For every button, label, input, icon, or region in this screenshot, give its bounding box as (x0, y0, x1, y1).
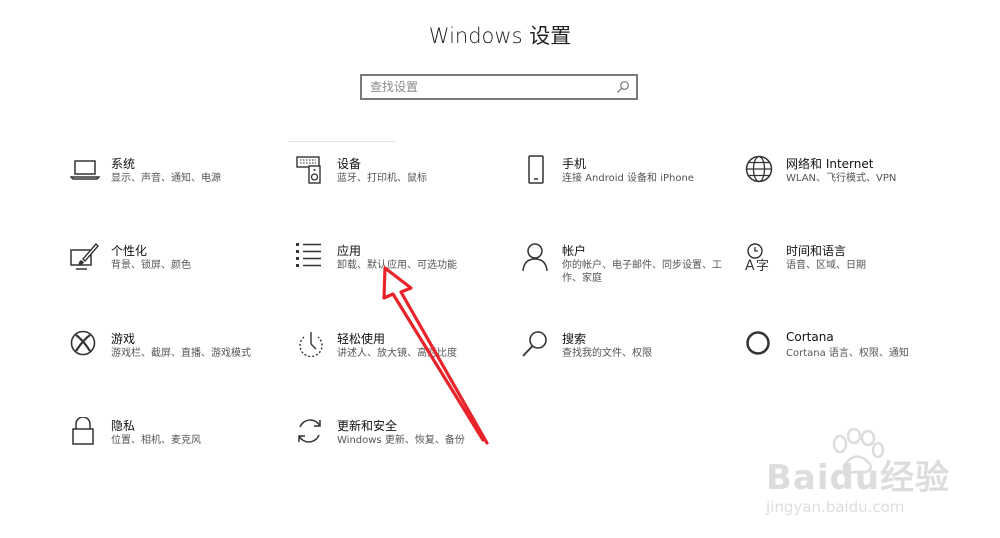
tile-accounts[interactable]: 帐户 你的帐户、电子邮件、同步设置、工作、家庭 (521, 242, 741, 302)
watermark-brand: Baidu经验 (766, 458, 951, 498)
tile-name: 帐户 (562, 244, 587, 258)
svg-text:字: 字 (756, 259, 769, 272)
tile-description: 你的帐户、电子邮件、同步设置、工作、家庭 (562, 260, 722, 284)
tile-description: 背景、锁屏、颜色 (111, 260, 191, 271)
divider (288, 141, 396, 142)
tile-update-security[interactable]: 更新和安全 Windows 更新、恢复、备份 (296, 417, 516, 477)
tile-name: Cortana (786, 330, 834, 344)
keyboard-speaker-icon (296, 155, 326, 185)
tile-cortana[interactable]: Cortana Cortana 语言、权限、通知 (745, 330, 965, 390)
magnifier-icon (521, 330, 551, 360)
tile-description: 讲述人、放大镜、高对比度 (337, 348, 457, 359)
cortana-icon (745, 330, 775, 360)
watermark: Baidu经验 jingyan.baidu.com (766, 428, 966, 523)
tile-name: 游戏 (111, 332, 136, 346)
paint-brush-icon (70, 242, 100, 272)
tile-gaming[interactable]: 游戏 游戏栏、截屏、直播、游戏模式 (70, 330, 290, 390)
tile-devices[interactable]: 设备 蓝牙、打印机、鼠标 (296, 155, 516, 215)
svg-text:A: A (745, 258, 755, 272)
phone-icon (521, 155, 551, 185)
tile-name: 设备 (337, 157, 362, 171)
person-icon (521, 242, 551, 272)
tile-name: 应用 (337, 244, 362, 258)
lock-icon (70, 417, 100, 447)
search-input[interactable] (370, 79, 610, 95)
tile-description: Windows 更新、恢复、备份 (337, 435, 465, 446)
tile-description: 显示、声音、通知、电源 (111, 173, 221, 184)
tile-time-language[interactable]: A字 时间和语言 语音、区域、日期 (745, 242, 965, 302)
tile-name: 时间和语言 (786, 244, 847, 258)
tile-privacy[interactable]: 隐私 位置、相机、麦克风 (70, 417, 290, 477)
tile-description: 卸载、默认应用、可选功能 (337, 260, 457, 271)
tile-network[interactable]: 网络和 Internet WLAN、飞行模式、VPN (745, 155, 965, 215)
search-box[interactable] (360, 74, 638, 100)
tile-description: 位置、相机、麦克风 (111, 435, 201, 446)
sync-icon (296, 417, 326, 447)
tile-name: 隐私 (111, 419, 136, 433)
tile-name: 系统 (111, 157, 136, 171)
apps-list-icon (296, 242, 326, 272)
time-language-icon: A字 (745, 242, 775, 272)
xbox-icon (70, 330, 100, 360)
laptop-icon (70, 155, 100, 185)
tile-description: WLAN、飞行模式、VPN (786, 173, 897, 184)
search-icon[interactable] (616, 80, 630, 94)
tile-name: 更新和安全 (337, 419, 398, 433)
tile-name: 搜索 (562, 332, 587, 346)
page-title: Windows 设置 (428, 24, 572, 48)
tile-phone[interactable]: 手机 连接 Android 设备和 iPhone (521, 155, 741, 215)
tile-personalization[interactable]: 个性化 背景、锁屏、颜色 (70, 242, 290, 302)
tile-ease-of-access[interactable]: 轻松使用 讲述人、放大镜、高对比度 (296, 330, 516, 390)
tile-system[interactable]: 系统 显示、声音、通知、电源 (70, 155, 290, 215)
tile-description: Cortana 语言、权限、通知 (786, 348, 909, 359)
tile-name: 网络和 Internet (786, 157, 874, 171)
tile-search[interactable]: 搜索 查找我的文件、权限 (521, 330, 741, 390)
watermark-url: jingyan.baidu.com (766, 498, 905, 516)
tile-description: 蓝牙、打印机、鼠标 (337, 173, 427, 184)
tile-name: 个性化 (111, 244, 148, 258)
tile-description: 游戏栏、截屏、直播、游戏模式 (111, 348, 251, 359)
tile-name: 手机 (562, 157, 587, 171)
tile-name: 轻松使用 (337, 332, 386, 346)
tile-description: 连接 Android 设备和 iPhone (562, 173, 694, 184)
globe-icon (745, 155, 775, 185)
ease-of-access-icon (296, 330, 326, 360)
tile-apps[interactable]: 应用 卸载、默认应用、可选功能 (296, 242, 516, 302)
tile-description: 语音、区域、日期 (786, 260, 866, 271)
tile-description: 查找我的文件、权限 (562, 348, 652, 359)
